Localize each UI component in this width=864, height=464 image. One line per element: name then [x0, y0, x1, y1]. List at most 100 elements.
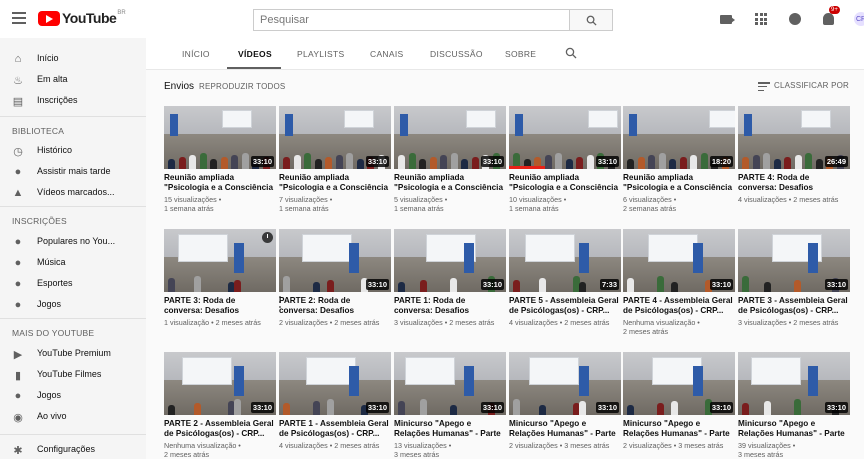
video-title[interactable]: Reunião ampliada "Psicologia e a Consciê… [279, 173, 391, 193]
video-card[interactable]: PARTE 3: Roda de conversa: Desafios Prof… [164, 229, 281, 341]
sort-by-button[interactable]: CLASSIFICAR POR [774, 81, 849, 90]
sidebar-item-label: Jogos [37, 390, 62, 400]
sidebar-item-assistir-mais-tarde[interactable]: ● Assistir mais tarde [0, 161, 146, 183]
liked-icon: ▲ [12, 187, 24, 199]
video-card[interactable]: 7:33 PARTE 5 - Assembleia Geral de Psicól… [509, 229, 621, 341]
video-thumbnail[interactable]: 7:33 [509, 229, 621, 292]
video-card[interactable]: 33:10 Reunião ampliada "Psicologia e a Co… [164, 106, 276, 218]
video-card[interactable]: 18:20 Reunião ampliada "Psicologia e a Co… [623, 106, 735, 218]
sidebar-item-populares-no-you-[interactable]: ● Populares no You... [0, 231, 146, 253]
tab-playlists[interactable]: PLAYLISTS [297, 49, 344, 59]
video-title[interactable]: Reunião ampliada "Psicologia e a Consciê… [164, 173, 276, 193]
video-thumbnail[interactable]: 33:10 [509, 352, 621, 415]
video-card[interactable]: 33:10 Reunião ampliada "Psicologia e a Co… [394, 106, 506, 218]
tab-discussao[interactable]: DISCUSSÃO [430, 49, 483, 59]
video-title[interactable]: Minicurso "Apego e Relações Humanas" - P… [509, 419, 621, 439]
messages-icon[interactable] [786, 10, 804, 28]
video-card[interactable]: 33:10 Reunião ampliada "Psicologia e a Co… [279, 106, 391, 218]
active-tab-indicator [227, 67, 281, 69]
video-thumbnail[interactable]: 33:10 [738, 229, 850, 292]
sidebar-item-youtube-filmes[interactable]: ▮ YouTube Filmes [0, 364, 146, 386]
video-thumbnail[interactable]: 33:10 [738, 352, 850, 415]
video-title[interactable]: Reunião ampliada "Psicologia e a Consciê… [394, 173, 506, 193]
video-card[interactable]: 33:10 Minicurso "Apego e Relações Humanas… [509, 352, 621, 464]
tab-canais[interactable]: CANAIS [370, 49, 403, 59]
video-card[interactable]: 33:10 Minicurso "Apego e Relações Humanas… [623, 352, 735, 464]
channel-search-icon[interactable] [565, 47, 577, 59]
video-thumbnail[interactable]: 33:10 [279, 106, 391, 169]
search-button[interactable] [569, 9, 613, 31]
logo-region: BR [117, 10, 126, 16]
video-thumbnail[interactable]: 33:10 [623, 352, 735, 415]
sidebar-item-esportes[interactable]: ● Esportes [0, 273, 146, 295]
video-title[interactable]: PARTE 2: Roda de conversa: Desafios Prof… [279, 296, 391, 316]
video-title[interactable]: PARTE 1: Roda de conversa: Desafios Prof… [394, 296, 506, 316]
video-title[interactable]: PARTE 3 - Assembleia Geral de Psicólogas… [738, 296, 850, 316]
sidebar-item-label: Ao vivo [37, 411, 67, 421]
sidebar-item-youtube-premium[interactable]: ▶ YouTube Premium [0, 343, 146, 365]
sort-icon[interactable] [758, 82, 770, 91]
sidebar-divider [0, 116, 146, 117]
video-title[interactable]: Reunião ampliada "Psicologia e a Consciê… [623, 173, 735, 193]
video-title[interactable]: PARTE 1 - Assembleia Geral de Psicólogas… [279, 419, 391, 439]
avatar[interactable]: CR [854, 12, 864, 26]
video-card[interactable]: 33:10 PARTE 2: Roda de conversa: Desafios… [279, 229, 391, 341]
video-thumbnail[interactable]: 33:10 [394, 352, 506, 415]
video-thumbnail[interactable]: 18:20 [623, 106, 735, 169]
video-thumbnail[interactable]: 33:10 [394, 229, 506, 292]
sidebar-item-configura-es[interactable]: ✱ Configurações [0, 439, 146, 461]
video-card[interactable]: 33:10 PARTE 3 - Assembleia Geral de Psicó… [738, 229, 850, 341]
popular-icon: ● [14, 236, 22, 248]
video-title[interactable]: PARTE 2 - Assembleia Geral de Psicólogas… [164, 419, 276, 439]
video-card[interactable]: 33:10 Minicurso "Apego e Relações Humanas… [738, 352, 850, 464]
video-metadata: 2 visualizações • 2 meses atrás [279, 318, 391, 327]
tab-videos[interactable]: VÍDEOS [238, 49, 272, 59]
sidebar-item-v-deos-marcados-[interactable]: ▲ Vídeos marcados... [0, 182, 146, 204]
video-card[interactable]: 33:10 PARTE 2 - Assembleia Geral de Psicó… [164, 352, 276, 464]
video-thumbnail[interactable]: 26:49 [738, 106, 850, 169]
create-video-icon[interactable] [718, 10, 736, 28]
sidebar-item-jogos[interactable]: ● Jogos [0, 294, 146, 316]
play-all-button[interactable]: REPRODUZIR TODOS [199, 82, 285, 91]
tab-sobre[interactable]: SOBRE [505, 49, 536, 59]
notifications-icon[interactable]: 9+ [820, 6, 840, 28]
youtube-logo[interactable]: YouTube BR [38, 10, 126, 26]
video-metadata: Nenhuma visualização • 2 meses atrás [164, 441, 276, 459]
video-thumbnail[interactable]: 33:10 [623, 229, 735, 292]
sidebar-item-ao-vivo[interactable]: ◉ Ao vivo [0, 406, 146, 428]
video-thumbnail[interactable]: 33:10 [394, 106, 506, 169]
search-input[interactable]: Pesquisar [253, 9, 569, 31]
sidebar-item-hist-rico[interactable]: ◷ Histórico [0, 140, 146, 162]
menu-icon[interactable] [12, 12, 26, 24]
video-title[interactable]: PARTE 3: Roda de conversa: Desafios Prof… [164, 296, 276, 316]
sidebar-item-inscri-es[interactable]: ▤ Inscrições [0, 90, 146, 112]
video-thumbnail[interactable]: 33:10 [164, 352, 276, 415]
video-card[interactable]: 33:10 PARTE 4 - Assembleia Geral de Psicó… [623, 229, 735, 341]
video-thumbnail[interactable]: 33:10 [279, 352, 391, 415]
masthead-actions: 9+ CR [718, 6, 864, 28]
tab-inicio[interactable]: INÍCIO [182, 49, 210, 59]
apps-icon[interactable] [752, 10, 770, 28]
watch-later-icon[interactable] [262, 232, 273, 243]
video-card[interactable]: 33:10 Reunião ampliada "Psicologia e a Co… [509, 106, 621, 218]
sidebar-item-in-cio[interactable]: ⌂ Início [0, 48, 146, 70]
video-title[interactable]: Minicurso "Apego e Relações Humanas" - P… [738, 419, 850, 439]
video-thumbnail[interactable]: 33:10 [164, 106, 276, 169]
sidebar-item-jogos[interactable]: ● Jogos [0, 385, 146, 407]
video-card[interactable]: 33:10 PARTE 1: Roda de conversa: Desafios… [394, 229, 506, 341]
video-title[interactable]: Reunião ampliada "Psicologia e a Consciê… [509, 173, 621, 193]
video-thumbnail[interactable]: 33:10 [509, 106, 621, 169]
video-title[interactable]: PARTE 4 - Assembleia Geral de Psicólogas… [623, 296, 735, 316]
video-card[interactable]: 26:49 PARTE 4: Roda de conversa: Desafios… [738, 106, 850, 218]
sidebar-item-m-sica[interactable]: ● Música [0, 252, 146, 274]
video-title[interactable]: Minicurso "Apego e Relações Humanas" - P… [394, 419, 506, 439]
video-thumbnail[interactable]: 33:10 [279, 229, 391, 292]
video-title[interactable]: PARTE 4: Roda de conversa: Desafios Prof… [738, 173, 850, 193]
sidebar-item-em-alta[interactable]: ♨ Em alta [0, 69, 146, 91]
video-card[interactable]: 33:10 Minicurso "Apego e Relações Humanas… [394, 352, 506, 464]
video-title[interactable]: Minicurso "Apego e Relações Humanas" - P… [623, 419, 735, 439]
video-card[interactable]: 33:10 PARTE 1 - Assembleia Geral de Psicó… [279, 352, 391, 464]
video-title[interactable]: PARTE 5 - Assembleia Geral de Psicólogas… [509, 296, 621, 316]
video-thumbnail[interactable] [164, 229, 276, 292]
logo-text: YouTube [62, 10, 117, 26]
